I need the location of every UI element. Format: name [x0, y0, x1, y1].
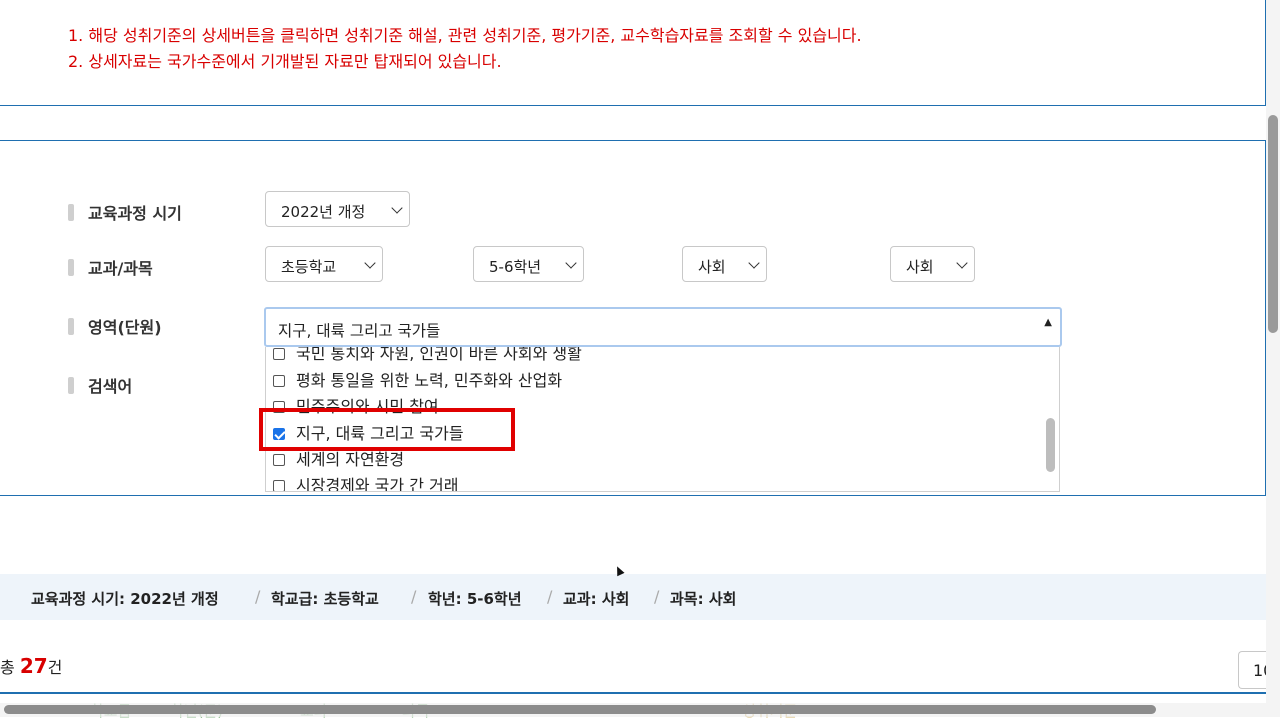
notice-line-1: 1. 해당 성취기준의 상세버튼을 클릭하면 성취기준 해설, 관련 성취기준,… [68, 26, 862, 45]
curriculum-select[interactable]: 사회 [682, 246, 767, 282]
grade-select[interactable]: 5-6학년 [473, 246, 584, 282]
course-select[interactable]: 사회 [890, 246, 975, 282]
notice-line-2: 2. 상세자료는 국가수준에서 기개발된 자료만 탑재되어 있습니다. [68, 52, 502, 71]
condition-period: 교육과정 시기: 2022년 개정 [31, 590, 219, 608]
chevron-down-icon [748, 257, 760, 269]
condition-course: 과목: 사회 [670, 590, 737, 608]
label-marker-icon [68, 318, 74, 335]
condition-school: 학교급: 초등학교 [271, 590, 379, 608]
notice-box: 1. 해당 성취기준의 상세버튼을 클릭하면 성취기준 해설, 관련 성취기준,… [0, 0, 1266, 106]
area-option[interactable]: 평화 통일을 위한 노력, 민주화와 산업화 [273, 367, 562, 391]
subject-label: 교과/과목 [68, 255, 153, 279]
chevron-down-icon [565, 257, 577, 269]
chevron-down-icon [956, 257, 968, 269]
label-marker-icon [68, 259, 74, 276]
area-label: 영역(단원) [68, 314, 162, 338]
condition-grade: 학년: 5-6학년 [428, 590, 522, 608]
separator: / [654, 587, 660, 606]
separator: / [255, 587, 261, 606]
condition-curriculum: 교과: 사회 [563, 590, 630, 608]
vertical-scrollbar-thumb[interactable] [1268, 115, 1278, 333]
keyword-label: 검색어 [68, 373, 132, 397]
separator: / [547, 587, 553, 606]
area-option[interactable]: 시장경제와 국가 간 거래 [273, 472, 458, 491]
horizontal-scrollbar[interactable] [0, 703, 1266, 717]
highlight-box [259, 408, 515, 451]
dropdown-scrollbar[interactable] [1046, 418, 1055, 472]
period-label: 교육과정 시기 [68, 200, 182, 224]
label-marker-icon [68, 377, 74, 394]
checkbox[interactable] [273, 480, 285, 491]
area-multiselect[interactable]: 지구, 대륙 그리고 국가들 ▲ [264, 307, 1062, 347]
school-level-select[interactable]: 초등학교 [265, 246, 383, 282]
period-select[interactable]: 2022년 개정 [265, 191, 410, 227]
area-option[interactable]: 국민 통치와 자원, 인권이 바른 사회와 생활 [273, 347, 582, 364]
checkbox[interactable] [273, 348, 285, 360]
horizontal-scrollbar-thumb[interactable] [4, 705, 1156, 714]
chevron-down-icon [364, 257, 376, 269]
label-marker-icon [68, 204, 74, 221]
chevron-down-icon [391, 202, 403, 214]
result-count: 총 27건 [0, 654, 63, 678]
checkbox[interactable] [273, 375, 285, 387]
caret-up-icon: ▲ [1044, 317, 1052, 328]
vertical-scrollbar[interactable] [1266, 0, 1280, 717]
checkbox[interactable] [273, 454, 285, 466]
separator: / [411, 587, 417, 606]
search-condition-bar: 교육과정 시기: 2022년 개정 / 학교급: 초등학교 / 학년: 5-6학… [0, 574, 1266, 620]
